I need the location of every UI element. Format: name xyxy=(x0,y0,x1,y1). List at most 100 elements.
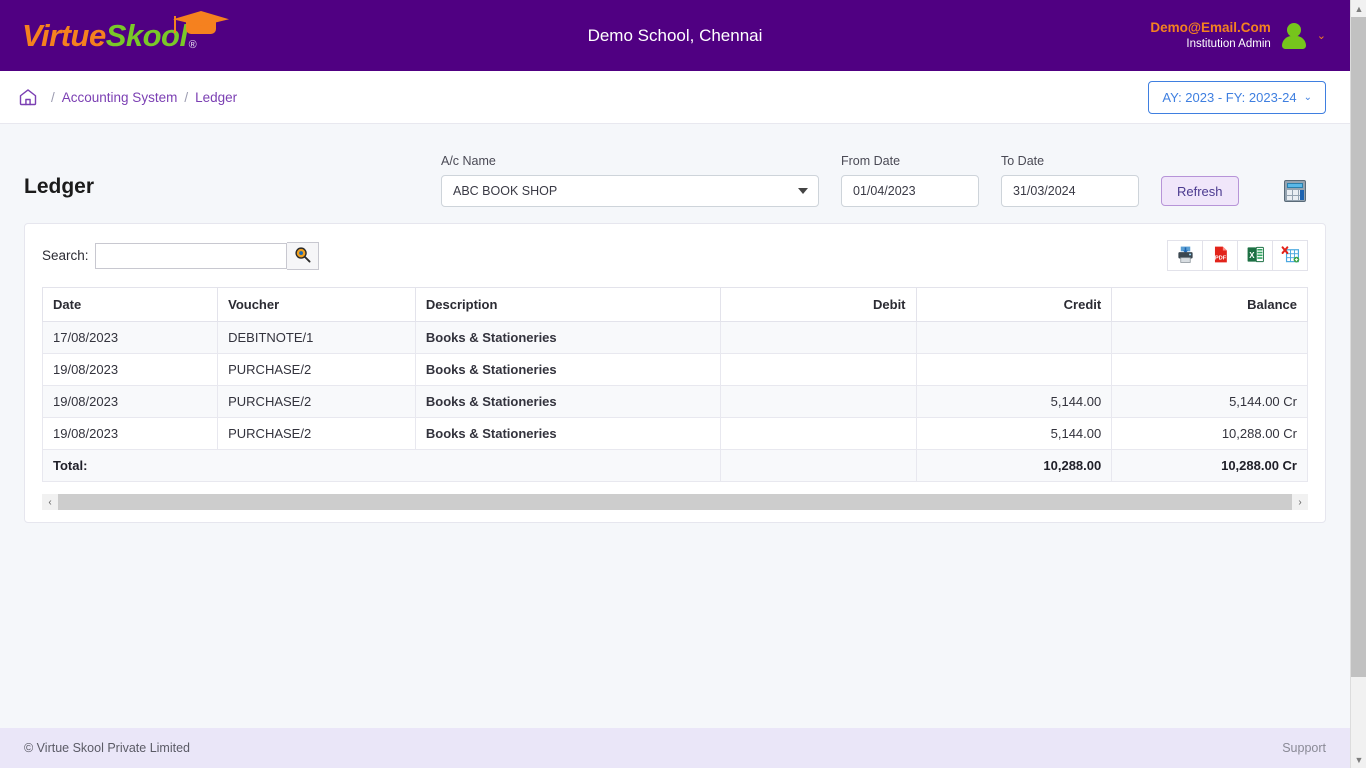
magnifier-icon xyxy=(294,246,311,266)
scrollbar-track[interactable] xyxy=(58,494,1292,510)
breadcrumb: / Accounting System / Ledger xyxy=(44,90,237,105)
column-header-balance[interactable]: Balance xyxy=(1111,287,1308,322)
calculator-icon[interactable] xyxy=(1283,180,1306,202)
ledger-table: Date Voucher Description Debit Credit Ba… xyxy=(41,287,1308,482)
browser-scrollbar-thumb[interactable] xyxy=(1351,17,1366,677)
cell-total-debit xyxy=(719,449,917,482)
academic-year-selector[interactable]: AY: 2023 - FY: 2023-24 ⌄ xyxy=(1148,80,1326,114)
excel-export-button[interactable]: X xyxy=(1237,240,1273,271)
page-footer: © Virtue Skool Private Limited Support xyxy=(0,728,1350,768)
cell-date: 17/08/2023 xyxy=(41,321,219,354)
table-row[interactable]: 17/08/2023 DEBITNOTE/1 Books & Stationer… xyxy=(41,321,1308,354)
page-title: Ledger xyxy=(24,175,95,198)
cell-debit xyxy=(719,353,917,386)
cell-voucher: DEBITNOTE/1 xyxy=(217,321,416,354)
xml-table-icon xyxy=(1281,245,1300,267)
cell-balance: 5,144.00 Cr xyxy=(1111,385,1308,418)
cell-date: 19/08/2023 xyxy=(41,385,219,418)
app-logo[interactable]: VirtueSkool® xyxy=(22,11,229,53)
scrollbar-thumb[interactable] xyxy=(58,494,1292,510)
export-buttons: PDF X xyxy=(1167,240,1308,271)
ledger-card: Search: PDF X Date Voucher Description D… xyxy=(24,223,1326,523)
from-date-input[interactable] xyxy=(841,175,979,207)
search-label: Search: xyxy=(42,248,89,263)
excel-icon: X xyxy=(1246,245,1265,267)
search-button[interactable] xyxy=(286,241,319,270)
logo-text-virtue: Virtue xyxy=(22,18,106,53)
cell-voucher: PURCHASE/2 xyxy=(217,353,416,386)
breadcrumb-item-accounting-system[interactable]: Accounting System xyxy=(62,90,178,105)
table-row[interactable]: 19/08/2023 PURCHASE/2 Books & Stationeri… xyxy=(41,353,1308,386)
ac-name-label: A/c Name xyxy=(441,154,496,168)
chevron-down-icon[interactable]: ⌄ xyxy=(1317,29,1326,42)
from-date-field: From Date xyxy=(841,154,979,207)
cell-description: Books & Stationeries xyxy=(414,385,721,418)
user-email: Demo@Email.Com xyxy=(1150,19,1271,35)
cell-date: 19/08/2023 xyxy=(41,353,219,386)
to-date-label: To Date xyxy=(1001,154,1045,168)
cell-credit: 5,144.00 xyxy=(915,417,1113,450)
column-header-voucher[interactable]: Voucher xyxy=(217,287,416,322)
scroll-down-arrow[interactable]: ▼ xyxy=(1351,751,1366,768)
browser-scrollbar[interactable]: ▲ ▼ xyxy=(1350,0,1366,768)
column-header-date[interactable]: Date xyxy=(41,287,219,322)
cell-balance xyxy=(1111,321,1308,354)
cell-total-balance: 10,288.00 Cr xyxy=(1111,449,1308,482)
main-content: Ledger A/c Name ABC BOOK SHOP From Date … xyxy=(0,124,1350,523)
xml-export-button[interactable] xyxy=(1272,240,1308,271)
scroll-up-arrow[interactable]: ▲ xyxy=(1351,0,1366,17)
home-icon[interactable] xyxy=(18,87,38,107)
cell-description: Books & Stationeries xyxy=(414,417,721,450)
to-date-field: To Date xyxy=(1001,154,1139,207)
user-role: Institution Admin xyxy=(1186,37,1271,50)
cell-total-label: Total: xyxy=(42,449,721,482)
pdf-export-button[interactable]: PDF xyxy=(1202,240,1238,271)
column-header-credit[interactable]: Credit xyxy=(915,287,1113,322)
logo-registered-mark: ® xyxy=(188,39,197,51)
cell-credit xyxy=(915,353,1113,386)
cell-balance xyxy=(1111,353,1308,386)
scroll-right-arrow[interactable]: › xyxy=(1292,494,1308,510)
ac-name-field: A/c Name ABC BOOK SHOP xyxy=(441,154,819,207)
from-date-label: From Date xyxy=(841,154,901,168)
ac-name-select[interactable]: ABC BOOK SHOP xyxy=(441,175,819,207)
table-head: Date Voucher Description Debit Credit Ba… xyxy=(41,287,1308,322)
table-header-row: Date Voucher Description Debit Credit Ba… xyxy=(41,287,1308,322)
table-row[interactable]: 19/08/2023 PURCHASE/2 Books & Stationeri… xyxy=(41,385,1308,418)
to-date-input[interactable] xyxy=(1001,175,1139,207)
cell-voucher: PURCHASE/2 xyxy=(217,417,416,450)
search-group: Search: xyxy=(42,241,319,270)
svg-text:PDF: PDF xyxy=(1214,255,1226,261)
table-toolbar: Search: PDF X xyxy=(42,240,1308,271)
user-menu[interactable]: Demo@Email.Com Institution Admin ⌄ xyxy=(1150,20,1326,51)
table-body: 17/08/2023 DEBITNOTE/1 Books & Stationer… xyxy=(41,321,1308,482)
table-row[interactable]: 19/08/2023 PURCHASE/2 Books & Stationeri… xyxy=(41,417,1308,450)
top-header-bar: VirtueSkool® Demo School, Chennai Demo@E… xyxy=(0,0,1350,71)
search-input[interactable] xyxy=(94,242,287,269)
table-horizontal-scrollbar[interactable]: ‹ › xyxy=(42,494,1308,510)
cell-balance: 10,288.00 Cr xyxy=(1111,417,1308,450)
footer-support-link[interactable]: Support xyxy=(1282,741,1326,755)
cell-credit: 5,144.00 xyxy=(915,385,1113,418)
column-header-debit[interactable]: Debit xyxy=(719,287,917,322)
refresh-button[interactable]: Refresh xyxy=(1161,176,1239,206)
svg-text:X: X xyxy=(1249,251,1255,260)
avatar[interactable] xyxy=(1281,22,1307,49)
column-header-description[interactable]: Description xyxy=(414,287,721,322)
cell-date: 19/08/2023 xyxy=(41,417,219,450)
chevron-down-icon: ⌄ xyxy=(1303,91,1312,103)
pdf-icon: PDF xyxy=(1211,245,1230,267)
scroll-left-arrow[interactable]: ‹ xyxy=(42,494,58,510)
breadcrumb-bar: / Accounting System / Ledger AY: 2023 - … xyxy=(0,71,1350,124)
filter-toolbar: Ledger A/c Name ABC BOOK SHOP From Date … xyxy=(24,124,1326,221)
table-total-row: Total: 10,288.00 10,288.00 Cr xyxy=(42,449,1308,482)
cell-credit xyxy=(915,321,1113,354)
breadcrumb-item-ledger: Ledger xyxy=(195,89,238,105)
breadcrumb-separator-2: / xyxy=(184,89,189,105)
breadcrumb-separator-1: / xyxy=(51,89,55,105)
cell-debit xyxy=(719,417,917,450)
cell-debit xyxy=(719,385,917,418)
print-export-button[interactable] xyxy=(1167,240,1203,271)
cell-total-credit: 10,288.00 xyxy=(915,449,1113,482)
printer-icon xyxy=(1176,245,1195,267)
